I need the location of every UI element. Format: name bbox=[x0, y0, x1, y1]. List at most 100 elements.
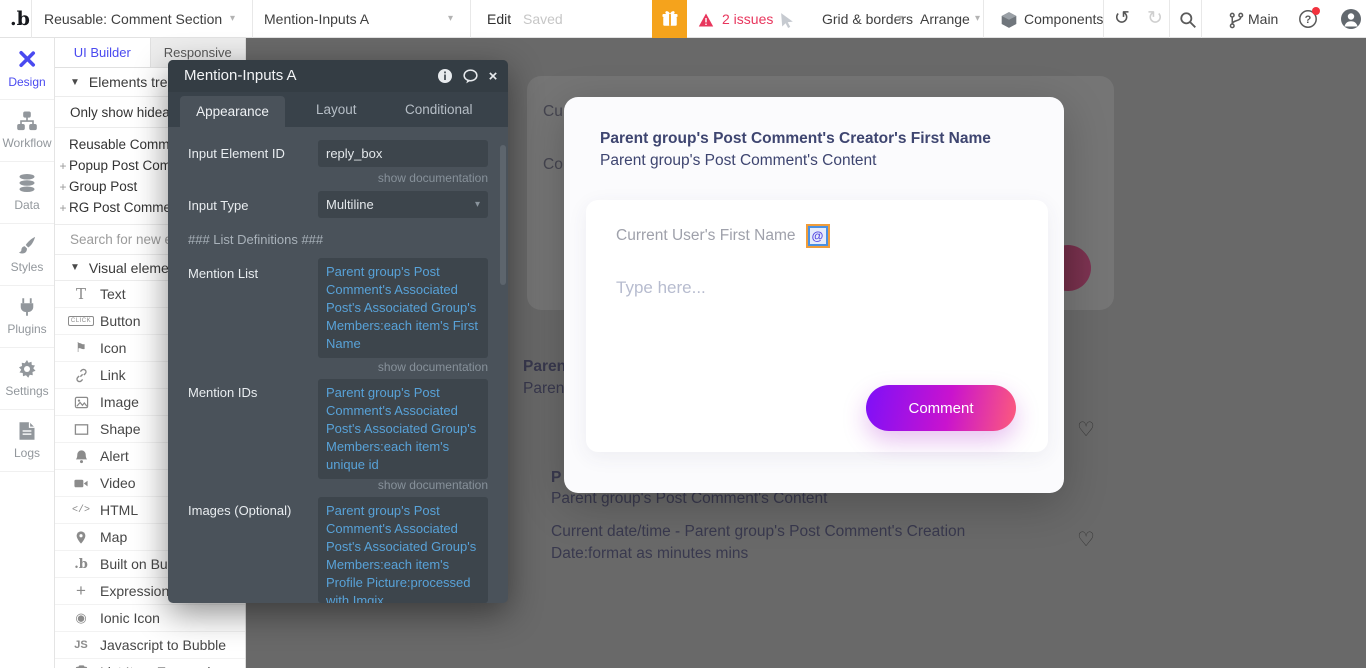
heart-icon[interactable]: ♡ bbox=[1077, 417, 1095, 441]
input-element-id-field[interactable] bbox=[318, 140, 488, 167]
chevron-down-icon[interactable]: ▾ bbox=[230, 0, 235, 38]
mention-list-expression[interactable]: Parent group's Post Comment's Associated… bbox=[318, 258, 488, 358]
comment-header-text: Parent group's Post Comment's Creator's … bbox=[600, 130, 991, 169]
expand-plus-icon[interactable]: + bbox=[57, 180, 69, 194]
scrollbar-thumb[interactable] bbox=[500, 145, 506, 285]
expand-plus-icon[interactable]: + bbox=[57, 159, 69, 173]
mention-ids-expression[interactable]: Parent group's Post Comment's Associated… bbox=[318, 379, 488, 479]
triangle-down-icon: ▼ bbox=[70, 76, 80, 88]
edit-menu[interactable]: Edit bbox=[487, 0, 511, 38]
comment-popup: Parent group's Post Comment's Creator's … bbox=[564, 97, 1064, 493]
document-icon bbox=[19, 422, 35, 440]
divider bbox=[1201, 0, 1202, 38]
reply-card: Current User's First Name @ Type here...… bbox=[586, 200, 1048, 452]
sidebar-item-workflow[interactable]: Workflow bbox=[0, 100, 54, 162]
shape-icon bbox=[70, 422, 92, 437]
heart-icon[interactable]: ♡ bbox=[1077, 527, 1095, 551]
gear-icon bbox=[19, 360, 36, 378]
sidebar-item-logs[interactable]: Logs bbox=[0, 410, 54, 472]
sidebar-item-styles[interactable]: Styles bbox=[0, 224, 54, 286]
input-element-id-label: Input Element ID bbox=[188, 146, 285, 161]
element-select[interactable]: Mention-Inputs A bbox=[264, 0, 369, 38]
page-select[interactable]: Reusable: Comment Section bbox=[44, 0, 222, 38]
search-icon[interactable] bbox=[1179, 10, 1197, 29]
bubble-logo: .b bbox=[10, 8, 30, 30]
sidebar-item-settings[interactable]: Settings bbox=[0, 348, 54, 410]
divider bbox=[1103, 0, 1104, 38]
redo-icon[interactable]: ↻ bbox=[1147, 0, 1163, 38]
mention-name-text: Current User's First Name bbox=[616, 227, 796, 244]
tab-conditional[interactable]: Conditional bbox=[405, 92, 473, 127]
components-button[interactable]: Components bbox=[1024, 0, 1103, 38]
bell-icon bbox=[70, 449, 92, 464]
divider bbox=[470, 0, 471, 38]
button-icon: CLICK bbox=[67, 316, 95, 326]
mention-at-icon[interactable]: @ bbox=[805, 224, 830, 248]
notification-dot bbox=[1312, 7, 1320, 15]
branch-name[interactable]: Main bbox=[1248, 0, 1278, 38]
issues-indicator[interactable]: 2 issues bbox=[722, 0, 773, 38]
property-editor-header[interactable]: Mention-Inputs A × bbox=[168, 60, 508, 92]
chevron-down-icon[interactable]: ▾ bbox=[448, 0, 453, 38]
image-icon bbox=[70, 395, 92, 410]
info-icon[interactable] bbox=[436, 67, 454, 85]
palette-item-list-item-expression[interactable]: List Item Expression bbox=[55, 659, 245, 668]
gift-icon bbox=[661, 11, 678, 26]
comment-bubble-icon[interactable] bbox=[461, 67, 479, 85]
close-icon[interactable]: × bbox=[484, 67, 502, 85]
sidebar-item-plugins[interactable]: Plugins bbox=[0, 286, 54, 348]
clipboard-icon bbox=[70, 664, 92, 668]
list-definitions-section: ### List Definitions ### bbox=[188, 232, 324, 247]
property-editor-tabs: Appearance Layout Conditional bbox=[168, 92, 508, 127]
chevron-down-icon[interactable]: ▾ bbox=[898, 0, 903, 38]
link-icon bbox=[70, 368, 92, 383]
chevron-down-icon[interactable]: ▾ bbox=[975, 0, 980, 38]
svg-text:?: ? bbox=[1305, 14, 1312, 26]
divider bbox=[983, 0, 984, 38]
components-cube-icon bbox=[1000, 10, 1018, 29]
mention-list-label: Mention List bbox=[188, 266, 259, 281]
warning-icon bbox=[698, 11, 714, 27]
show-documentation-link[interactable]: show documentation bbox=[378, 478, 488, 492]
dimmed-text-fragment: Paren bbox=[523, 380, 565, 397]
reply-textarea[interactable]: Type here... bbox=[616, 278, 1016, 368]
avatar[interactable] bbox=[1340, 8, 1362, 30]
show-documentation-link[interactable]: show documentation bbox=[378, 171, 488, 185]
dimmed-comment-date: Current date/time - Parent group's Post … bbox=[551, 523, 966, 562]
input-type-select[interactable]: Multiline ▾ bbox=[318, 191, 488, 218]
undo-icon[interactable]: ↺ bbox=[1114, 0, 1130, 38]
palette-item-javascript-to-bubble[interactable]: JS Javascript to Bubble bbox=[55, 632, 245, 659]
branch-icon bbox=[1228, 9, 1245, 29]
property-editor-title: Mention-Inputs A bbox=[184, 67, 297, 84]
triangle-down-icon: ▼ bbox=[70, 262, 80, 273]
dimmed-text-fragment: P bbox=[551, 469, 562, 486]
arrange-menu[interactable]: Arrange bbox=[920, 0, 970, 38]
mode-sidebar: Design Workflow Data Styles Plugins Sett… bbox=[0, 38, 55, 668]
sidebar-item-data[interactable]: Data bbox=[0, 162, 54, 224]
sidebar-item-design[interactable]: Design bbox=[0, 38, 54, 100]
code-icon: </> bbox=[71, 504, 90, 516]
cursor-tool-icon[interactable] bbox=[779, 10, 796, 28]
divider bbox=[31, 0, 32, 38]
text-icon: T bbox=[75, 285, 86, 303]
comment-submit-button[interactable]: Comment bbox=[866, 385, 1016, 431]
top-toolbar: .b Reusable: Comment Section ▾ Mention-I… bbox=[0, 0, 1366, 38]
chevron-down-icon: ▾ bbox=[474, 199, 480, 210]
show-documentation-link[interactable]: show documentation bbox=[378, 360, 488, 374]
tab-ui-builder[interactable]: UI Builder bbox=[55, 38, 151, 67]
dimmed-text-fragment: Cu bbox=[543, 103, 563, 120]
map-pin-icon bbox=[70, 530, 92, 545]
gift-button[interactable] bbox=[652, 0, 687, 38]
mention-line: Current User's First Name @ bbox=[616, 224, 830, 248]
tab-layout[interactable]: Layout bbox=[316, 92, 357, 127]
plus-icon: + bbox=[76, 581, 86, 600]
input-type-label: Input Type bbox=[188, 198, 249, 213]
help-button[interactable]: ? bbox=[1298, 7, 1320, 29]
flag-icon: ⚑ bbox=[75, 340, 87, 355]
tab-appearance[interactable]: Appearance bbox=[180, 96, 285, 127]
images-expression[interactable]: Parent group's Post Comment's Associated… bbox=[318, 497, 488, 603]
divider bbox=[252, 0, 253, 38]
palette-item-ionic-icon[interactable]: ◉ Ionic Icon bbox=[55, 605, 245, 632]
bubble-icon: .b bbox=[74, 556, 88, 572]
expand-plus-icon[interactable]: + bbox=[57, 201, 69, 215]
